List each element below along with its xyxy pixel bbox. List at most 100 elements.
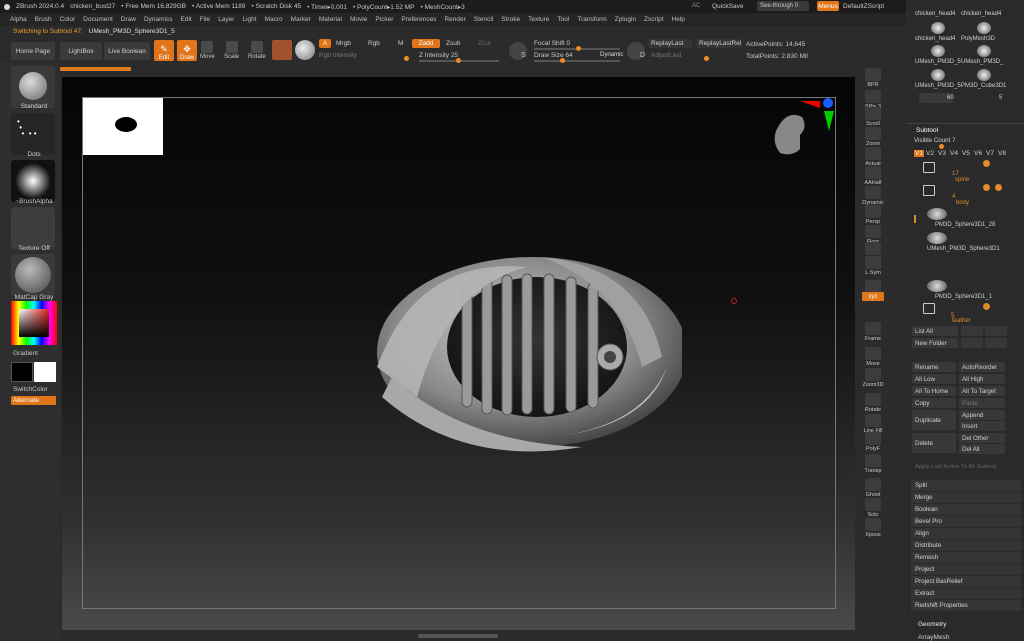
menu-macro[interactable]: Macro: [265, 16, 283, 23]
standard-brush-button[interactable]: [11, 66, 55, 108]
secondary-color-swatch[interactable]: [34, 362, 56, 382]
a-button[interactable]: A: [319, 39, 331, 48]
shelf-polyf[interactable]: PolyF: [862, 432, 884, 452]
version-v8[interactable]: V8: [998, 150, 1006, 157]
shelf-persp[interactable]: Persp: [862, 205, 884, 225]
menu-edit[interactable]: Edit: [181, 16, 192, 23]
shelf-solo[interactable]: Solo: [862, 498, 884, 518]
visible-count-knob[interactable]: [939, 144, 944, 149]
menu-texture[interactable]: Texture: [528, 16, 549, 23]
menu-marker[interactable]: Marker: [291, 16, 311, 23]
m-button[interactable]: M: [398, 40, 403, 47]
subtool-item[interactable]: PM3D_Sphere3D1_1: [935, 294, 992, 300]
shelf-scroll[interactable]: Scroll: [862, 107, 884, 127]
new-folder-button[interactable]: New Folder: [912, 338, 958, 348]
shelf-line-fill[interactable]: Line Fill: [862, 414, 884, 434]
section-redshift-properties[interactable]: Redshift Properties: [911, 600, 1021, 611]
arrow-down-icon[interactable]: [985, 326, 1007, 336]
menu-preferences[interactable]: Preferences: [401, 16, 436, 23]
sphere-brush-icon[interactable]: [295, 40, 315, 60]
version-v4[interactable]: V4: [950, 150, 958, 157]
all-to-home-button[interactable]: All To Home: [912, 386, 956, 396]
shelf-bpr[interactable]: BPR: [862, 68, 884, 88]
shelf-frame[interactable]: Frame: [862, 322, 884, 342]
visibility-eye-icon[interactable]: [987, 234, 1009, 240]
tool-name[interactable]: UMesh_PM3D_: [961, 59, 1003, 65]
gear-icon[interactable]: [983, 303, 990, 310]
sculpted-model[interactable]: [362, 247, 682, 457]
scale-button[interactable]: Scale: [224, 41, 239, 60]
color-picker[interactable]: [11, 301, 57, 345]
shelf-zoom3d[interactable]: Zoom3D: [862, 368, 884, 388]
shelf-xpose[interactable]: Xpose: [862, 518, 884, 538]
section-remesh[interactable]: Remesh: [911, 552, 1021, 563]
lightbox-button[interactable]: LightBox: [60, 42, 102, 60]
zcut-button[interactable]: Zcut: [478, 40, 491, 47]
replay-last-button[interactable]: ReplayLast: [648, 39, 692, 48]
adjust-last-knob[interactable]: [704, 56, 709, 61]
insert-button[interactable]: Insert: [959, 421, 1005, 431]
folder-name-feather[interactable]: feather: [952, 318, 971, 324]
bottom-scrollbar[interactable]: [418, 634, 498, 638]
move-up-icon[interactable]: [961, 338, 983, 348]
menu-movie[interactable]: Movie: [350, 16, 367, 23]
rgb-intensity-knob[interactable]: [404, 56, 409, 61]
material-swatch[interactable]: [272, 40, 292, 60]
rename-button[interactable]: Rename: [912, 362, 956, 372]
shelf-dynamic[interactable]: Dynamic: [862, 186, 884, 206]
section-align[interactable]: Align: [911, 528, 1021, 539]
auto-reorder-button[interactable]: AutoReorder: [959, 362, 1005, 372]
version-v1[interactable]: V1: [914, 150, 924, 157]
subtool-item[interactable]: UMesh_PM3D_Sphere3D1: [927, 246, 1000, 252]
tool-name[interactable]: chicken_head4: [915, 36, 955, 42]
tool-thumbnail-icon[interactable]: [977, 69, 991, 81]
tool-thumbnail-icon[interactable]: [977, 45, 991, 57]
matcap-button[interactable]: [11, 254, 55, 296]
focal-shift-knob[interactable]: [576, 46, 581, 51]
menu-transform[interactable]: Transform: [577, 16, 606, 23]
primary-color-swatch[interactable]: [11, 362, 33, 382]
section-bevel-pro[interactable]: Bevel Pro: [911, 516, 1021, 527]
subtool-header[interactable]: Subtool: [916, 127, 938, 134]
version-v5[interactable]: V5: [962, 150, 970, 157]
tool-thumbnail-icon[interactable]: [977, 22, 991, 34]
texture-button[interactable]: [11, 207, 55, 249]
shelf-rotate[interactable]: Rotate: [862, 393, 884, 413]
alpha-button[interactable]: [11, 160, 55, 202]
copy-button[interactable]: Copy: [912, 398, 956, 408]
zsub-button[interactable]: Zsub: [446, 40, 460, 47]
xyz-button[interactable]: xyz: [862, 292, 884, 301]
menu-draw[interactable]: Draw: [121, 16, 136, 23]
dynamic-toggle[interactable]: Dynamic: [600, 52, 623, 58]
del-other-button[interactable]: Del Other: [959, 433, 1005, 443]
menu-light[interactable]: Light: [242, 16, 256, 23]
subtool-item[interactable]: PM3D_Sphere3D1_28: [935, 222, 995, 228]
replay-last-rel-button[interactable]: ReplayLastRel: [696, 39, 742, 48]
section-boolean[interactable]: Boolean: [911, 504, 1021, 515]
menu-dynamics[interactable]: Dynamics: [144, 16, 173, 23]
z-intensity-slider[interactable]: Z Intensity 25: [419, 52, 458, 59]
menu-document[interactable]: Document: [83, 16, 113, 23]
edit-button[interactable]: ✎ Edit: [154, 40, 174, 61]
draw-size-knob[interactable]: [560, 58, 565, 63]
zadd-button[interactable]: Zadd: [412, 39, 440, 48]
gear-icon[interactable]: [983, 160, 990, 167]
geometry-header[interactable]: Geometry: [918, 621, 947, 628]
rotate-button[interactable]: Rotate: [248, 41, 266, 60]
all-to-target-button[interactable]: All To Target: [959, 386, 1005, 396]
shelf-transp[interactable]: Transp: [862, 454, 884, 474]
tool-thumbnail-icon[interactable]: [931, 69, 945, 81]
shelf-l-sym[interactable]: L.Sym: [862, 256, 884, 276]
menu-alpha[interactable]: Alpha: [10, 16, 27, 23]
tool-thumbnail-icon[interactable]: [931, 45, 945, 57]
menu-render[interactable]: Render: [444, 16, 465, 23]
rgb-intensity-slider[interactable]: Rgb Intensity: [319, 52, 357, 59]
live-boolean-button[interactable]: Live Boolean: [104, 42, 150, 60]
append-button[interactable]: Append: [959, 410, 1005, 420]
visibility-eye-icon[interactable]: [987, 282, 1009, 288]
shelf-ghost[interactable]: Ghost: [862, 478, 884, 498]
menu-file[interactable]: File: [200, 16, 210, 23]
version-v3[interactable]: V3: [938, 150, 946, 157]
paste-button[interactable]: Paste: [959, 398, 1005, 408]
subtool-thumbnail-icon[interactable]: [927, 232, 947, 244]
